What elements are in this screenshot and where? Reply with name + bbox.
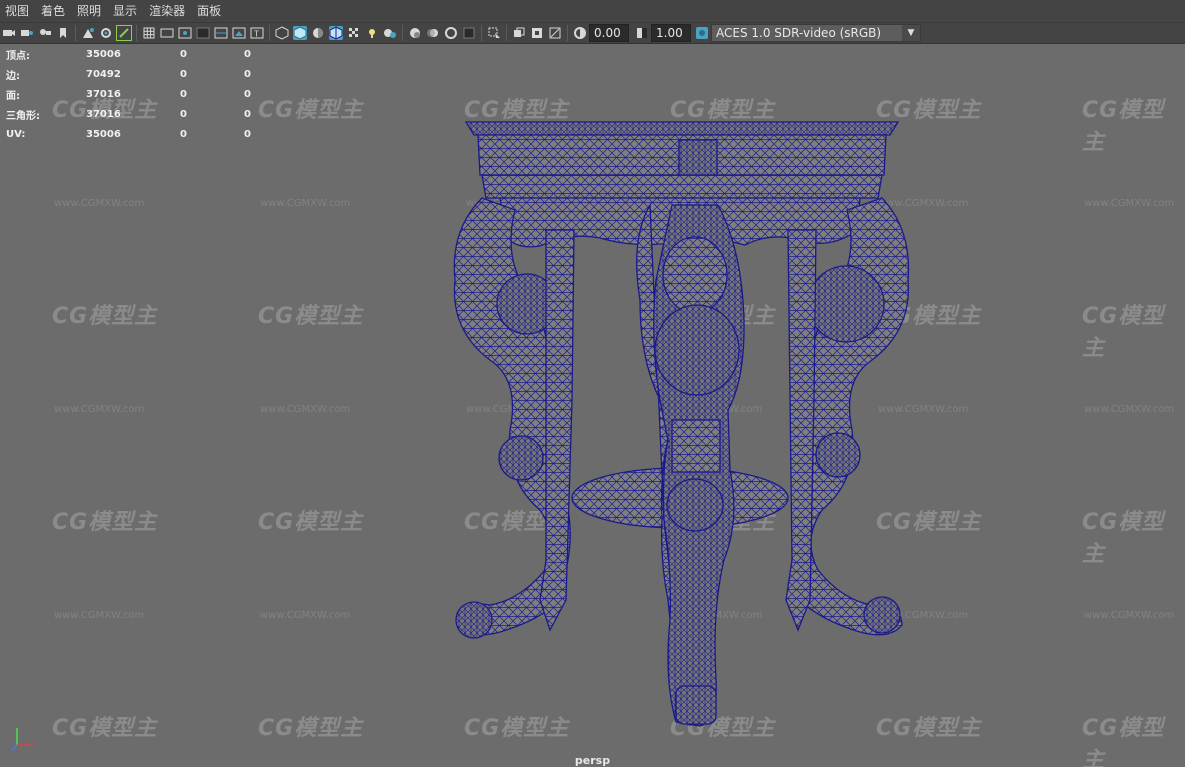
- stat-selected: 0: [180, 88, 187, 100]
- stat-selected-sub: 0: [244, 88, 251, 100]
- stat-selected: 0: [180, 108, 187, 120]
- axis-gizmo: [11, 728, 34, 751]
- stat-selected-sub: 0: [244, 48, 251, 60]
- stat-row-edges: 边: 70492 0 0: [6, 64, 274, 84]
- stat-label: 顶点:: [6, 50, 30, 62]
- stat-value: 35006: [86, 128, 121, 140]
- stat-value: 37016: [86, 108, 121, 120]
- stat-selected-sub: 0: [244, 128, 251, 140]
- stat-selected: 0: [180, 68, 187, 80]
- stat-value: 35006: [86, 48, 121, 60]
- stat-selected-sub: 0: [244, 108, 251, 120]
- stat-selected: 0: [180, 128, 187, 140]
- stat-row-triangles: 三角形: 37016 0 0: [6, 104, 274, 124]
- stat-label: 三角形:: [6, 110, 40, 122]
- stat-selected-sub: 0: [244, 68, 251, 80]
- stat-row-uvs: UV: 35006 0 0: [6, 124, 274, 144]
- stat-value: 70492: [86, 68, 121, 80]
- stat-row-vertices: 顶点: 35006 0 0: [6, 44, 274, 64]
- stat-label: 边:: [6, 70, 20, 82]
- stat-selected: 0: [180, 48, 187, 60]
- stat-row-faces: 面: 37016 0 0: [6, 84, 274, 104]
- poly-count-hud: 顶点: 35006 0 0 边: 70492 0 0 面: 37016 0 0 …: [6, 44, 274, 144]
- stat-value: 37016: [86, 88, 121, 100]
- stat-label: 面:: [6, 90, 20, 102]
- maya-viewport-window: 视图 着色 照明 显示 渲染器 面板 T 0.00 1.00 ACES 1.0 …: [0, 0, 1185, 767]
- stat-label: UV:: [6, 128, 26, 140]
- camera-name-label: persp: [574, 754, 611, 767]
